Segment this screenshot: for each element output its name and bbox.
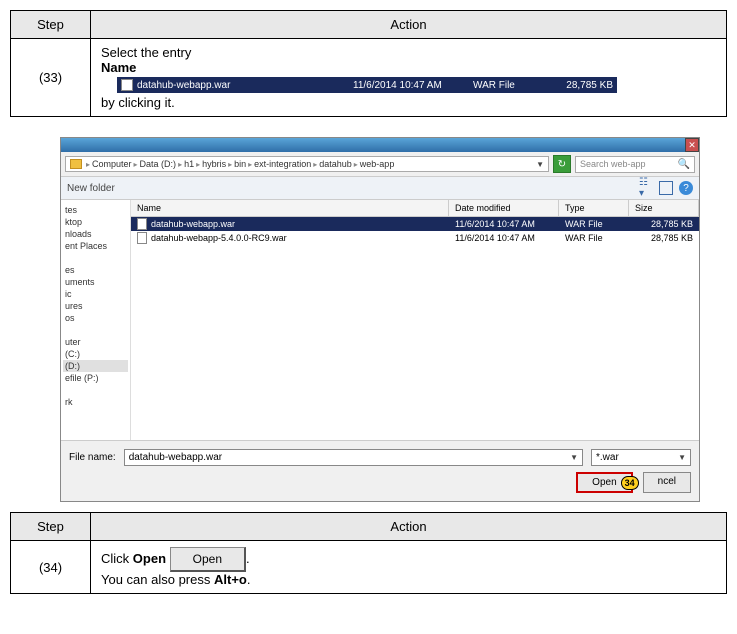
sidebar-item[interactable]: os xyxy=(63,312,128,324)
text-select-entry: Select the entry xyxy=(101,45,191,60)
crumb[interactable]: web-app xyxy=(360,159,395,169)
crumb[interactable]: datahub xyxy=(319,159,352,169)
filename-label: File name: xyxy=(69,452,116,463)
new-folder-button[interactable]: New folder xyxy=(67,183,115,194)
crumb[interactable]: Computer xyxy=(92,159,132,169)
col-size[interactable]: Size xyxy=(629,200,699,216)
filter-value: *.war xyxy=(596,452,619,463)
search-icon: 🔍 xyxy=(678,159,690,170)
filename-input[interactable]: datahub-webapp.war ▼ xyxy=(124,449,583,466)
file-size: 28,785 KB xyxy=(543,80,613,91)
file-open-dialog: ✕ ▸ Computer▸ Data (D:)▸ h1▸ hybris▸ bin… xyxy=(60,137,700,502)
crumb[interactable]: bin xyxy=(234,159,246,169)
cancel-button[interactable]: ncel xyxy=(643,472,691,493)
crumb[interactable]: Data (D:) xyxy=(140,159,177,169)
open-button[interactable]: Open 34 xyxy=(576,472,632,493)
sidebar-item[interactable]: uter xyxy=(63,336,128,348)
dialog-body: tesktopnloadsent Places esumentsicuresos… xyxy=(61,200,699,440)
file-type: WAR File xyxy=(473,80,543,91)
step-33-action: Select the entry Name datahub-webapp.war… xyxy=(91,39,727,117)
sidebar-item[interactable]: ic xyxy=(63,288,128,300)
step-34-table: Step Action (34) Click Open Open. You ca… xyxy=(10,512,727,594)
file-type-filter[interactable]: *.war ▼ xyxy=(591,449,691,466)
file-name: datahub-webapp.war xyxy=(137,80,353,91)
sidebar-item[interactable]: tes xyxy=(63,204,128,216)
row-file-size: 28,785 KB xyxy=(629,233,699,243)
bottom-bar: File name: datahub-webapp.war ▼ *.war ▼ … xyxy=(61,440,699,501)
open-button-inline[interactable]: Open xyxy=(170,547,246,572)
file-icon xyxy=(137,232,147,244)
search-input[interactable]: Search web-app 🔍 xyxy=(575,156,695,173)
row-file-date: 11/6/2014 10:47 AM xyxy=(449,233,559,243)
sidebar-item[interactable]: ktop xyxy=(63,216,128,228)
step-34-action: Click Open Open. You can also press Alt+… xyxy=(91,541,727,594)
file-list-header: Name Date modified Type Size xyxy=(131,200,699,217)
text-by-clicking: by clicking it. xyxy=(101,95,175,110)
row-file-date: 11/6/2014 10:47 AM xyxy=(449,219,559,229)
table-row[interactable]: datahub-webapp.war 11/6/2014 10:47 AMWAR … xyxy=(131,217,699,231)
row-file-size: 28,785 KB xyxy=(629,219,699,229)
file-list: Name Date modified Type Size datahub-web… xyxy=(131,200,699,440)
folder-icon xyxy=(70,159,82,169)
crumb[interactable]: h1 xyxy=(184,159,194,169)
sidebar-item[interactable]: (D:) xyxy=(63,360,128,372)
search-placeholder: Search web-app xyxy=(580,159,646,169)
sidebar-item[interactable]: efile (P:) xyxy=(63,372,128,384)
table-row[interactable]: datahub-webapp-5.4.0.0-RC9.war 11/6/2014 … xyxy=(131,231,699,245)
text-period2: . xyxy=(247,572,251,587)
close-icon[interactable]: ✕ xyxy=(685,138,699,152)
step-header: Step xyxy=(11,11,91,39)
name-label: Name xyxy=(101,60,136,75)
filename-value: datahub-webapp.war xyxy=(129,452,222,463)
sidebar-item[interactable]: ent Places xyxy=(63,240,128,252)
step-number-34: (34) xyxy=(11,541,91,594)
sidebar-item[interactable]: nloads xyxy=(63,228,128,240)
file-icon xyxy=(121,79,133,91)
text-period: . xyxy=(246,551,250,566)
step-callout-34: 34 xyxy=(621,476,639,490)
chevron-down-icon[interactable]: ▼ xyxy=(570,453,578,462)
text-click: Click xyxy=(101,551,133,566)
step-33-table: Step Action (33) Select the entry Name d… xyxy=(10,10,727,117)
col-date[interactable]: Date modified xyxy=(449,200,559,216)
col-type[interactable]: Type xyxy=(559,200,629,216)
sidebar-item[interactable]: ures xyxy=(63,300,128,312)
sidebar-item[interactable]: (C:) xyxy=(63,348,128,360)
action-header: Action xyxy=(91,513,727,541)
preview-pane-icon[interactable] xyxy=(659,181,673,195)
sidebar-item[interactable]: uments xyxy=(63,276,128,288)
step-number-33: (33) xyxy=(11,39,91,117)
help-icon[interactable]: ? xyxy=(679,181,693,195)
file-row-inline[interactable]: datahub-webapp.war 11/6/2014 10:47 AM WA… xyxy=(117,77,617,93)
file-icon xyxy=(137,218,147,230)
crumb[interactable]: hybris xyxy=(202,159,226,169)
view-menu-icon[interactable]: ☷ ▾ xyxy=(639,181,653,195)
sidebar-item xyxy=(63,324,128,336)
sidebar-item[interactable]: es xyxy=(63,264,128,276)
crumb[interactable]: ext-integration xyxy=(254,159,311,169)
text-open-bold: Open xyxy=(133,551,166,566)
col-name[interactable]: Name xyxy=(131,200,449,216)
sidebar-item xyxy=(63,252,128,264)
text-alt-o: Alt+o xyxy=(214,572,247,587)
action-header: Action xyxy=(91,11,727,39)
sidebar: tesktopnloadsent Places esumentsicuresos… xyxy=(61,200,131,440)
sidebar-item xyxy=(63,384,128,396)
chevron-down-icon[interactable]: ▼ xyxy=(678,453,686,462)
toolbar: New folder ☷ ▾ ? xyxy=(61,176,699,200)
open-button-label: Open xyxy=(592,477,616,488)
breadcrumb[interactable]: ▸ Computer▸ Data (D:)▸ h1▸ hybris▸ bin▸ … xyxy=(65,156,549,172)
row-file-type: WAR File xyxy=(559,219,629,229)
row-file-name: datahub-webapp-5.4.0.0-RC9.war xyxy=(151,233,287,243)
row-file-name: datahub-webapp.war xyxy=(151,219,235,229)
step-header: Step xyxy=(11,513,91,541)
row-file-type: WAR File xyxy=(559,233,629,243)
file-date: 11/6/2014 10:47 AM xyxy=(353,80,473,91)
navbar: ▸ Computer▸ Data (D:)▸ h1▸ hybris▸ bin▸ … xyxy=(61,152,699,176)
refresh-button[interactable]: ↻ xyxy=(553,155,571,173)
titlebar: ✕ xyxy=(61,138,699,152)
sidebar-item[interactable]: rk xyxy=(63,396,128,408)
chevron-down-icon[interactable]: ▼ xyxy=(536,160,544,169)
text-alt-prefix: You can also press xyxy=(101,572,214,587)
